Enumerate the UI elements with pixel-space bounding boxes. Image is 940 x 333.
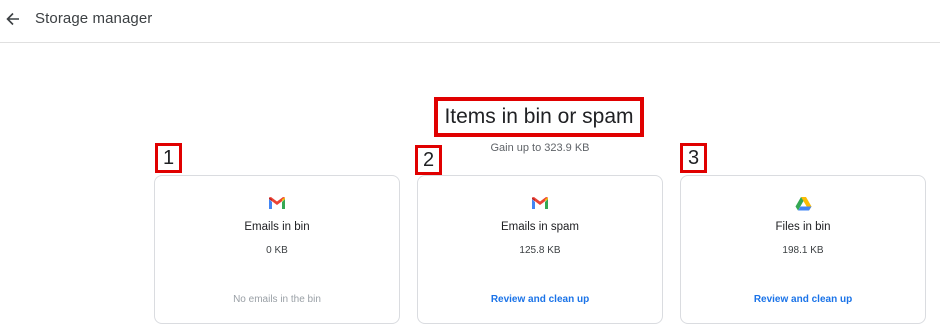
google-drive-icon <box>795 196 811 210</box>
back-button[interactable] <box>3 8 23 30</box>
arrow-left-icon <box>6 12 19 26</box>
card-size: 0 KB <box>266 245 288 256</box>
gmail-icon <box>269 197 285 209</box>
card-label: Emails in bin <box>244 221 310 233</box>
annotation-marker-1: 1 <box>155 143 182 173</box>
annotation-marker-3: 3 <box>680 143 707 173</box>
review-bin-files-button[interactable]: Review and clean up <box>681 294 925 305</box>
emails-in-bin-card: Emails in bin 0 KB No emails in the bin <box>154 175 400 324</box>
files-in-bin-card: Files in bin 198.1 KB Review and clean u… <box>680 175 926 324</box>
card-label: Files in bin <box>775 221 831 233</box>
card-size: 125.8 KB <box>519 245 561 256</box>
gmail-icon <box>532 197 548 209</box>
section-title-highlight: Items in bin or spam <box>434 97 644 137</box>
page-title: Storage manager <box>35 10 153 27</box>
card-label: Emails in spam <box>501 221 579 233</box>
card-size: 198.1 KB <box>782 245 824 256</box>
no-emails-text: No emails in the bin <box>233 294 321 305</box>
emails-in-spam-card: Emails in spam 125.8 KB Review and clean… <box>417 175 663 324</box>
top-app-bar: Storage manager <box>0 0 940 43</box>
annotation-marker-2: 2 <box>415 145 442 175</box>
review-spam-button[interactable]: Review and clean up <box>418 294 662 305</box>
section-title: Items in bin or spam <box>444 105 634 128</box>
section-subtitle: Gain up to 323.9 KB <box>490 142 590 154</box>
